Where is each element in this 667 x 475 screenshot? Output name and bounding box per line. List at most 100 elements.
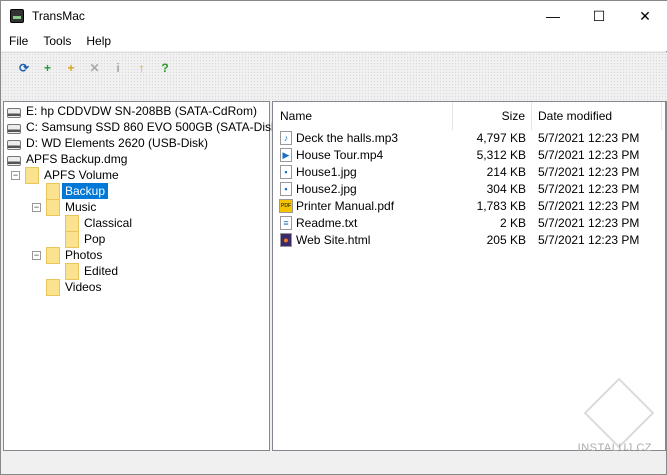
tree-item[interactable]: Music — [46, 198, 97, 216]
file-date: 5/7/2021 12:23 PM — [538, 164, 640, 179]
refresh-drive-icon: ⟳ — [18, 61, 30, 75]
drive-icon — [7, 124, 21, 134]
tree-item[interactable]: Photos — [46, 246, 103, 264]
folder-icon — [46, 246, 60, 264]
title-bar: TransMac — ☐ ✕ — [1, 1, 667, 31]
tree-item[interactable]: E: hp CDDVDW SN-208BB (SATA-CdRom) — [7, 103, 257, 119]
folder-icon — [46, 278, 60, 296]
folder-icon — [46, 198, 60, 216]
window-title: TransMac — [32, 9, 85, 23]
file-row[interactable]: ▪ House1.jpg 214 KB 5/7/2021 12:23 PM — [273, 163, 665, 180]
tree-item-label: Pop — [84, 232, 106, 246]
folder-tree[interactable]: E: hp CDDVDW SN-208BB (SATA-CdRom) C: Sam… — [3, 101, 281, 451]
tree-item[interactable]: APFS Backup.dmg — [7, 151, 127, 167]
file-date: 5/7/2021 12:23 PM — [538, 147, 640, 162]
file-row[interactable]: ♪ Deck the halls.mp3 4,797 KB 5/7/2021 12:2… — [273, 129, 665, 146]
html-file-icon: ● — [280, 232, 292, 247]
file-date: 5/7/2021 12:23 PM — [538, 215, 640, 230]
file-size: 304 KB — [486, 181, 526, 196]
tree-item-label: Music — [65, 200, 97, 214]
tree-item-label: Photos — [65, 248, 103, 262]
info-button[interactable]: i — [108, 58, 128, 78]
tree-item[interactable]: Pop — [65, 230, 106, 248]
folder-icon — [46, 182, 60, 200]
tree-item[interactable]: D: WD Elements 2620 (USB-Disk) — [7, 135, 208, 151]
new-folder-icon: + — [67, 61, 75, 75]
file-size: 5,312 KB — [476, 147, 526, 162]
menu-help[interactable]: Help — [78, 34, 118, 48]
tree-item[interactable]: APFS Volume — [25, 166, 119, 184]
column-header-size[interactable]: Size — [453, 102, 532, 130]
delete-button[interactable]: ✕ — [85, 58, 105, 78]
file-row[interactable]: ● Web Site.html 205 KB 5/7/2021 12:23 PM — [273, 231, 665, 248]
file-name: Readme.txt — [296, 215, 358, 230]
collapse-toggle[interactable]: − — [32, 203, 41, 212]
up-folder-icon: ↑ — [138, 61, 145, 75]
collapse-toggle[interactable]: − — [11, 171, 20, 180]
new-folder-button[interactable]: + — [61, 58, 81, 78]
file-size: 2 KB — [499, 215, 526, 230]
file-row[interactable]: ≡ Readme.txt 2 KB 5/7/2021 12:23 PM — [273, 214, 665, 231]
close-button[interactable]: ✕ — [622, 1, 667, 31]
file-row[interactable]: PDF Printer Manual.pdf 1,783 KB 5/7/2021 12… — [273, 197, 665, 214]
up-folder-button[interactable]: ↑ — [132, 58, 152, 78]
tree-item[interactable]: Videos — [46, 278, 102, 296]
app-window: TransMac — ☐ ✕ File Tools Help ⟳ + + ✕ i ↑? E… — [0, 0, 667, 475]
tree-item[interactable]: Edited — [65, 262, 119, 280]
tree-item-label: Edited — [84, 264, 119, 278]
menu-tools[interactable]: Tools — [35, 34, 78, 48]
info-icon: i — [116, 61, 120, 75]
image-file-icon: ▪ — [280, 164, 292, 179]
file-name: House Tour.mp4 — [296, 147, 384, 162]
tree-item[interactable]: Classical — [65, 214, 133, 232]
tree-item-label: Videos — [65, 280, 102, 294]
add-drive-icon: + — [43, 61, 51, 75]
file-name: Printer Manual.pdf — [296, 198, 395, 213]
tree-item-label: APFS Volume — [44, 168, 119, 182]
audio-file-icon: ♪ — [280, 130, 292, 145]
tree-item[interactable]: C: Samsung SSD 860 EVO 500GB (SATA-Disk) — [7, 119, 281, 135]
column-header-date[interactable]: Date modified — [532, 102, 662, 130]
app-icon — [10, 9, 24, 23]
video-file-icon: ▶ — [280, 147, 292, 162]
minimize-button[interactable]: — — [530, 1, 576, 31]
file-size: 4,797 KB — [476, 130, 526, 145]
menu-file[interactable]: File — [1, 34, 35, 48]
file-name: Web Site.html — [296, 232, 371, 247]
column-header-name[interactable]: Name — [273, 102, 453, 130]
file-row[interactable]: ▪ House2.jpg 304 KB 5/7/2021 12:23 PM — [273, 180, 665, 197]
refresh-drive-button[interactable]: ⟳ — [14, 58, 34, 78]
tree-item-label: D: WD Elements 2620 (USB-Disk) — [26, 136, 209, 150]
tree-item-label: APFS Backup.dmg — [26, 152, 128, 166]
tree-item-label: Classical — [84, 216, 133, 230]
collapse-toggle[interactable]: − — [32, 251, 41, 260]
tree-item-label: Backup — [62, 183, 109, 199]
help-button[interactable]: ? — [155, 58, 175, 78]
image-file-icon: ▪ — [280, 181, 292, 196]
folder-icon — [25, 166, 39, 184]
file-name: House1.jpg — [296, 164, 357, 179]
help-icon: ? — [161, 61, 169, 75]
tree-item-label: C: Samsung SSD 860 EVO 500GB (SATA-Disk) — [26, 120, 281, 134]
folder-icon — [65, 214, 79, 232]
maximize-button[interactable]: ☐ — [576, 1, 622, 31]
tree-item[interactable]: Backup — [46, 182, 109, 200]
file-name: Deck the halls.mp3 — [296, 130, 399, 145]
disk-image-icon — [7, 156, 21, 166]
file-row[interactable]: ▶ House Tour.mp4 5,312 KB 5/7/2021 12:23 PM — [273, 146, 665, 163]
add-drive-button[interactable]: + — [38, 58, 58, 78]
file-name: House2.jpg — [296, 181, 357, 196]
file-date: 5/7/2021 12:23 PM — [538, 130, 640, 145]
file-date: 5/7/2021 12:23 PM — [538, 232, 640, 247]
file-size: 214 KB — [486, 164, 526, 179]
file-size: 1,783 KB — [476, 198, 526, 213]
watermark: INSTALUJ.CZ — [577, 442, 652, 454]
pdf-file-icon: PDF — [279, 198, 293, 213]
delete-icon: ✕ — [89, 61, 100, 75]
file-date: 5/7/2021 12:23 PM — [538, 198, 640, 213]
tree-item-label: E: hp CDDVDW SN-208BB (SATA-CdRom) — [26, 104, 257, 118]
drive-icon — [7, 140, 21, 150]
folder-icon — [65, 262, 79, 280]
file-date: 5/7/2021 12:23 PM — [538, 181, 640, 196]
file-size: 205 KB — [486, 232, 526, 247]
